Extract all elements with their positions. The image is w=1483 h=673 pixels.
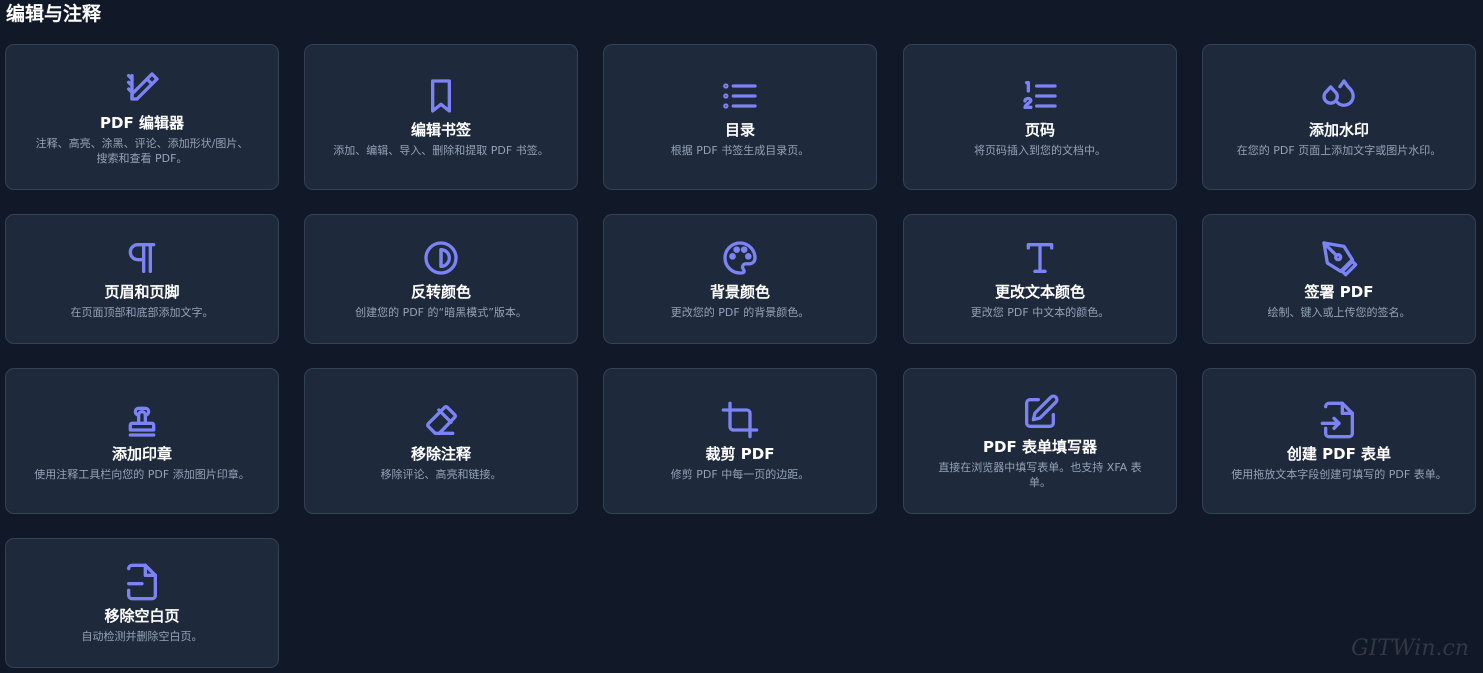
tool-card-page-numbers[interactable]: 页码 将页码插入到您的文档中。 [903,44,1177,190]
pen-nib-icon [1319,238,1359,278]
tool-card-sign-pdf[interactable]: 签署 PDF 绘制、键入或上传您的签名。 [1202,214,1476,344]
tool-title: 添加印章 [111,445,172,463]
tool-card-create-form[interactable]: 创建 PDF 表单 使用拖放文本字段创建可填写的 PDF 表单。 [1202,368,1476,514]
tool-title: 签署 PDF [1304,283,1374,301]
type-icon [1020,238,1060,278]
tool-description: 更改您的 PDF 的背景颜色。 [670,306,810,319]
tool-card-edit-bookmarks[interactable]: 编辑书签 添加、编辑、导入、删除和提取 PDF 书签。 [304,44,578,190]
tool-description: 使用拖放文本字段创建可填写的 PDF 表单。 [1231,468,1447,481]
pen-ruler-icon [122,69,162,109]
edit-square-icon [1020,393,1060,433]
tool-title: 添加水印 [1308,121,1369,139]
tool-description: 更改您 PDF 中文本的颜色。 [970,306,1110,319]
watermark: GITWin.cn [1351,636,1469,661]
section-title: 编辑与注释 [6,3,102,25]
tool-title: 裁剪 PDF [705,445,775,463]
file-input-icon [1319,400,1359,440]
eraser-icon [421,400,461,440]
tool-title: PDF 编辑器 [100,113,184,132]
tool-title: 创建 PDF 表单 [1286,445,1392,463]
palette-icon [720,238,760,278]
tool-title: 背景颜色 [709,283,770,301]
tool-card-pdf-editor[interactable]: PDF 编辑器 注释、高亮、涂黑、评论、添加形状/图片、搜索和查看 PDF。 [5,44,279,190]
tool-card-form-filler[interactable]: PDF 表单填写器 直接在浏览器中填写表单。也支持 XFA 表单。 [903,368,1177,514]
droplets-icon [1319,76,1359,116]
tool-description: 移除评论、高亮和链接。 [380,468,502,481]
tool-title: 页码 [1024,121,1055,139]
tool-title: 反转颜色 [410,283,471,301]
tool-title: 目录 [724,121,755,139]
tool-title: 更改文本颜色 [994,283,1085,301]
tool-title: 编辑书签 [410,121,471,139]
tool-card-invert-colors[interactable]: 反转颜色 创建您的 PDF 的“暗黑模式”版本。 [304,214,578,344]
tool-card-table-of-contents[interactable]: 目录 根据 PDF 书签生成目录页。 [603,44,877,190]
tool-title: 页眉和页脚 [104,283,180,301]
tool-description: 创建您的 PDF 的“暗黑模式”版本。 [355,306,527,319]
tool-title: PDF 表单填写器 [983,437,1097,456]
tool-description: 在您的 PDF 页面上添加文字或图片水印。 [1236,144,1442,157]
tool-card-add-stamp[interactable]: 添加印章 使用注释工具栏向您的 PDF 添加图片印章。 [5,368,279,514]
tool-card-text-color[interactable]: 更改文本颜色 更改您 PDF 中文本的颜色。 [903,214,1177,344]
tool-description: 注释、高亮、涂黑、评论、添加形状/图片、搜索和查看 PDF。 [35,136,249,165]
tool-description: 修剪 PDF 中每一页的边距。 [670,468,810,481]
tool-description: 自动检测并删除空白页。 [81,630,203,643]
bookmark-icon [421,76,461,116]
pilcrow-icon [122,238,162,278]
tool-description: 将页码插入到您的文档中。 [974,144,1106,157]
stamp-icon [122,400,162,440]
tool-card-remove-annotations[interactable]: 移除注释 移除评论、高亮和链接。 [304,368,578,514]
tool-description: 添加、编辑、导入、删除和提取 PDF 书签。 [333,144,549,157]
tool-card-header-footer[interactable]: 页眉和页脚 在页面顶部和底部添加文字。 [5,214,279,344]
list-icon [720,76,760,116]
file-minus-icon [122,562,162,602]
tool-card-background-color[interactable]: 背景颜色 更改您的 PDF 的背景颜色。 [603,214,877,344]
tool-card-remove-blank-pages[interactable]: 移除空白页 自动检测并删除空白页。 [5,538,279,668]
crop-icon [720,400,760,440]
tool-description: 绘制、键入或上传您的签名。 [1267,306,1411,319]
tool-description: 根据 PDF 书签生成目录页。 [670,144,810,157]
tool-title: 移除空白页 [104,607,180,625]
tool-description: 使用注释工具栏向您的 PDF 添加图片印章。 [34,468,250,481]
tool-description: 直接在浏览器中填写表单。也支持 XFA 表单。 [938,460,1142,489]
tool-card-add-watermark[interactable]: 添加水印 在您的 PDF 页面上添加文字或图片水印。 [1202,44,1476,190]
tool-title: 移除注释 [410,445,471,463]
tool-card-crop-pdf[interactable]: 裁剪 PDF 修剪 PDF 中每一页的边距。 [603,368,877,514]
tool-description: 在页面顶部和底部添加文字。 [70,306,214,319]
numbered-list-icon [1020,76,1060,116]
contrast-icon [421,238,461,278]
